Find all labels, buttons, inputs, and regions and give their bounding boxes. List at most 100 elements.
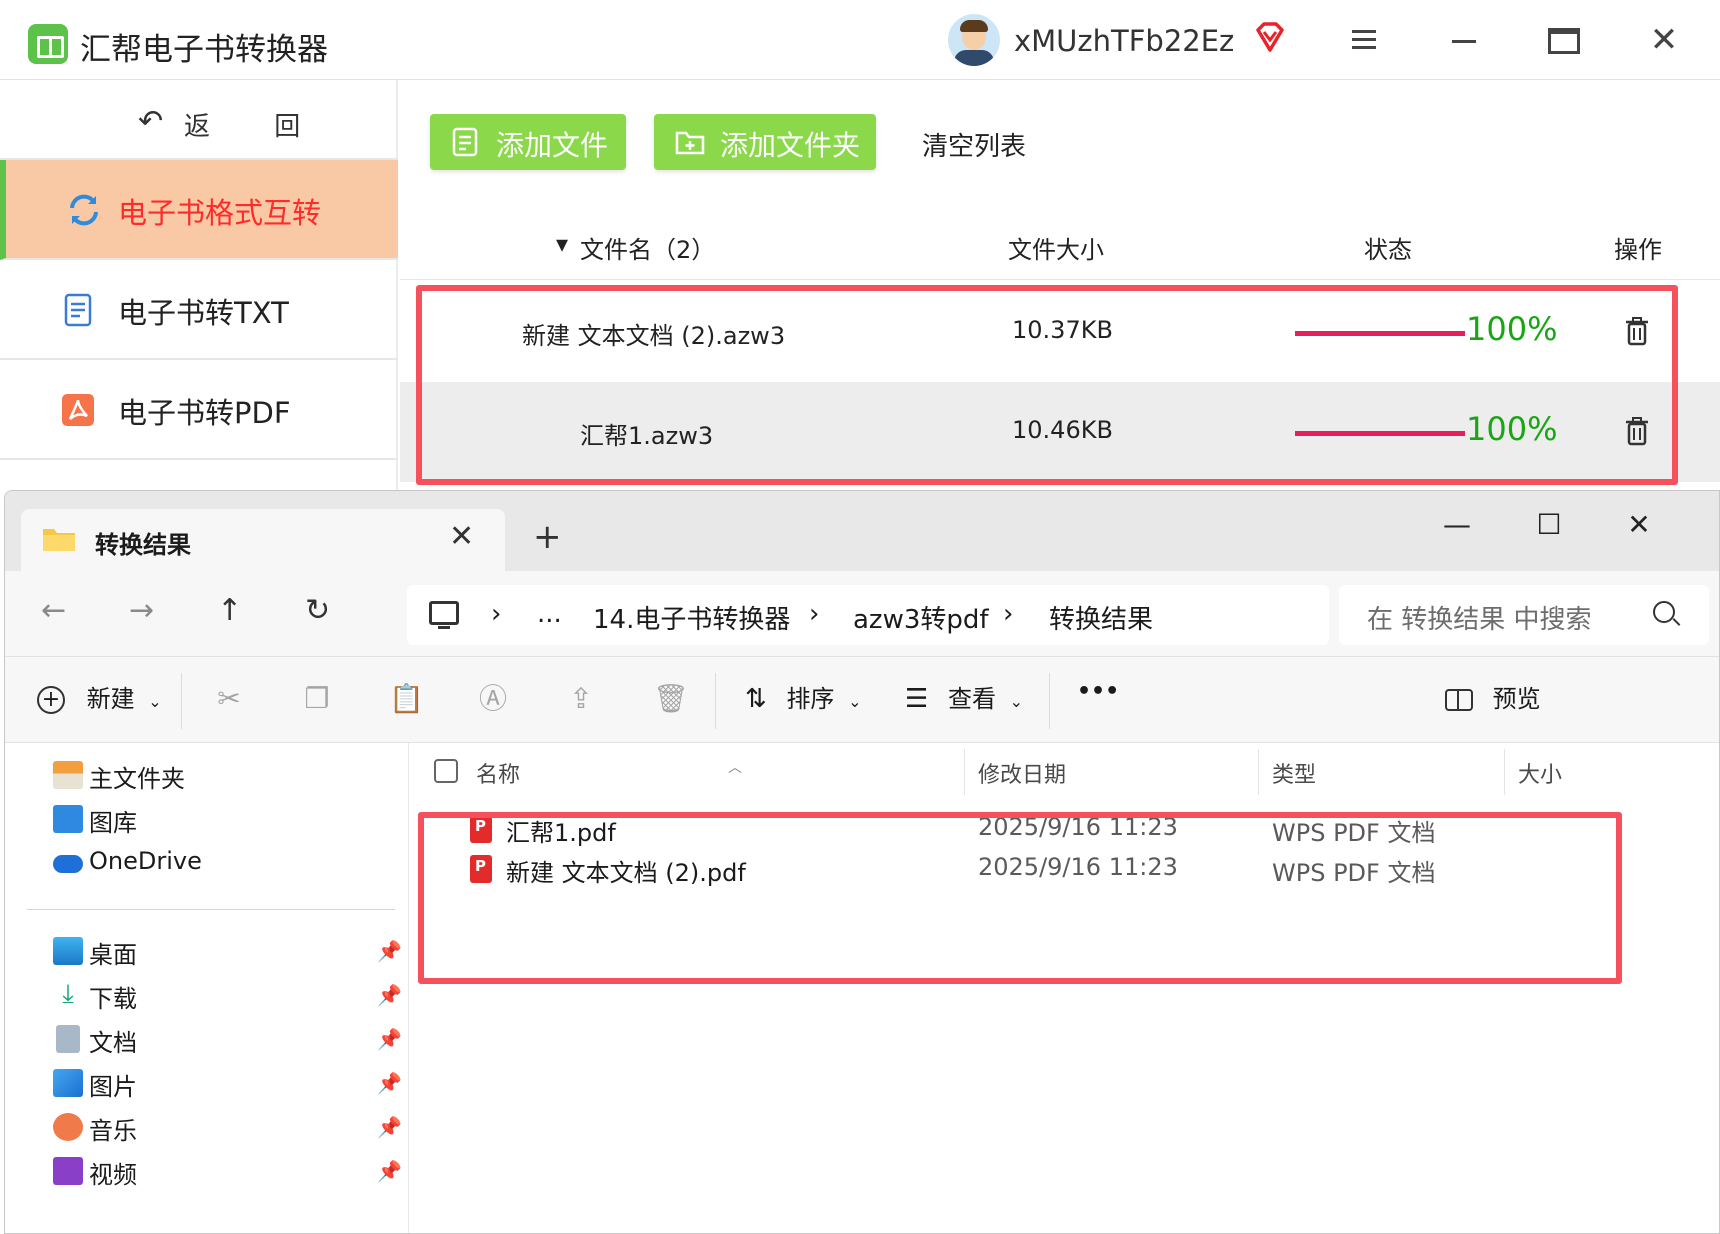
close-icon[interactable]: ✕ [1642, 20, 1686, 60]
list-item[interactable]: 汇帮1.pdf 2025/9/16 11:23 WPS PDF 文档 [470, 813, 1670, 853]
nav-onedrive-label: OneDrive [89, 847, 202, 875]
header-filename[interactable]: 文件名（2） [580, 230, 715, 265]
refresh-icon[interactable]: ↻ [305, 593, 330, 628]
delete-icon[interactable]: 🗑 [653, 683, 689, 715]
sort-caret-icon: ︿ [728, 760, 742, 776]
header-status: 状态 [1364, 236, 1412, 264]
pin-icon[interactable]: 📌 [377, 983, 402, 1007]
header-filesize: 文件大小 [1008, 236, 1104, 264]
search-input[interactable]: 在 转换结果 中搜索 [1339, 585, 1709, 645]
back-arrow-icon[interactable]: ← [41, 593, 66, 628]
preview-button[interactable]: 预览 [1445, 679, 1541, 714]
add-file-button[interactable]: 添加文件 [430, 114, 626, 170]
trash-icon[interactable] [1624, 416, 1650, 446]
progress-label: 100% [1466, 410, 1558, 448]
select-all-checkbox[interactable] [434, 759, 458, 783]
tab-close-icon[interactable]: ✕ [449, 519, 474, 554]
app-titlebar: 汇帮电子书转换器 xMUzhTFb22Ez ✕ [0, 0, 1720, 80]
this-pc-icon [429, 601, 459, 629]
vip-diamond-icon[interactable] [1252, 20, 1288, 56]
new-label: 新建 [86, 685, 135, 713]
new-button[interactable]: + 新建 ⌄ [37, 679, 162, 714]
sort-icon: ⇅ [745, 684, 767, 714]
file-modified: 2025/9/16 11:23 [978, 813, 1178, 841]
back-label: 返 回 [184, 112, 329, 142]
chevron-right-icon: › [491, 599, 502, 629]
column-type[interactable]: 类型 [1272, 757, 1316, 789]
app-sidebar: ↶ 返 回 电子书格式互转 电子书转TXT 电子书转PDF [0, 80, 398, 490]
pin-icon[interactable]: 📌 [377, 939, 402, 963]
up-arrow-icon[interactable]: ↑ [217, 593, 242, 628]
sort-desc-icon[interactable]: ▾ [556, 230, 568, 258]
converter-app-window: 汇帮电子书转换器 xMUzhTFb22Ez ✕ ↶ 返 回 电子书格式互转 电子… [0, 0, 1720, 490]
explorer-navbar: ← → ↑ ↻ › ... 14.电子书转换器 › azw3转pdf › 转换结… [5, 571, 1719, 657]
file-name: 汇帮1.azw3 [580, 422, 714, 450]
sidebar-item-to-txt[interactable]: 电子书转TXT [0, 260, 398, 360]
maximize-icon[interactable]: ☐ [1529, 505, 1569, 545]
pin-icon[interactable]: 📌 [377, 1071, 402, 1095]
minimize-icon[interactable]: — [1437, 505, 1477, 545]
address-bar[interactable]: › ... 14.电子书转换器 › azw3转pdf › 转换结果 [407, 585, 1329, 645]
paste-icon[interactable]: 📋 [389, 683, 424, 715]
close-icon[interactable]: ✕ [1619, 505, 1659, 545]
file-size: 10.37KB [1012, 316, 1113, 344]
pin-icon[interactable]: 📌 [377, 1159, 402, 1183]
pin-icon[interactable]: 📌 [377, 1115, 402, 1139]
plus-circle-icon: + [37, 686, 65, 714]
more-options-icon[interactable]: ••• [1077, 679, 1119, 704]
chevron-down-icon: ⌄ [1009, 692, 1023, 711]
clear-list-button[interactable]: 清空列表 [922, 126, 1026, 163]
nav-divider [27, 909, 395, 910]
breadcrumb-item[interactable]: 14.电子书转换器 [593, 599, 790, 636]
sidebar-item-to-pdf[interactable]: 电子书转PDF [0, 360, 398, 460]
pdf-file-icon [470, 855, 492, 883]
menu-icon[interactable] [1342, 20, 1386, 60]
progress-label: 100% [1466, 310, 1558, 348]
maximize-icon[interactable] [1542, 20, 1586, 60]
sort-button[interactable]: ⇅ 排序 ⌄ [745, 679, 861, 714]
column-size[interactable]: 大小 [1518, 757, 1562, 789]
pdf-icon [62, 394, 94, 426]
column-modified[interactable]: 修改日期 [978, 757, 1066, 789]
chevron-down-icon: ⌄ [848, 692, 862, 711]
new-tab-icon[interactable]: + [533, 517, 562, 557]
file-explorer-window: 转换结果 ✕ + — ☐ ✕ ← → ↑ ↻ › ... 14.电子书转换器 ›… [4, 490, 1720, 1234]
username[interactable]: xMUzhTFb22Ez [1014, 24, 1234, 58]
pictures-icon [53, 1069, 83, 1097]
app-title: 汇帮电子书转换器 [80, 32, 328, 68]
home-icon [53, 761, 83, 789]
sidebar-item-format-convert[interactable]: 电子书格式互转 [0, 160, 398, 260]
share-icon[interactable]: ⇪ [565, 683, 597, 715]
copy-icon[interactable]: ❐ [301, 683, 333, 715]
trash-icon[interactable] [1624, 316, 1650, 346]
breadcrumb-item[interactable]: azw3转pdf [853, 599, 989, 636]
tab-conversion-result[interactable]: 转换结果 ✕ [21, 509, 505, 571]
pin-icon[interactable]: 📌 [377, 1027, 402, 1051]
column-name[interactable]: 名称 [476, 757, 520, 789]
breadcrumb-overflow[interactable]: ... [537, 599, 562, 629]
file-table-header: ▾ 文件名（2） 文件大小 状态 操作 [400, 210, 1720, 280]
app-main-panel: 添加文件 添加文件夹 清空列表 ▾ 文件名（2） 文件大小 状态 操作 新建 文… [400, 80, 1720, 490]
progress-bar [1295, 431, 1465, 436]
pdf-file-icon [470, 815, 492, 843]
list-item[interactable]: 新建 文本文档 (2).pdf 2025/9/16 11:23 WPS PDF … [470, 853, 1670, 893]
table-row: 新建 文本文档 (2).azw3 10.37KB 100% [400, 282, 1720, 382]
forward-arrow-icon[interactable]: → [129, 593, 154, 628]
file-size: 10.46KB [1012, 416, 1113, 444]
breadcrumb-item[interactable]: 转换结果 [1049, 599, 1153, 636]
chevron-right-icon: › [1003, 599, 1014, 629]
view-list-icon: ☰ [905, 684, 929, 714]
user-avatar[interactable] [948, 14, 1000, 66]
add-folder-button[interactable]: 添加文件夹 [654, 114, 876, 170]
sidebar-item-label: 电子书转PDF [118, 396, 291, 430]
back-button[interactable]: ↶ 返 回 [0, 80, 398, 160]
sidebar-item-label: 电子书转TXT [118, 296, 289, 330]
minimize-icon[interactable] [1442, 20, 1486, 60]
preview-pane-icon [1445, 689, 1473, 711]
view-button[interactable]: ☰ 查看 ⌄ [905, 679, 1023, 714]
view-label: 查看 [947, 685, 996, 713]
rename-icon[interactable]: Ⓐ [477, 683, 509, 715]
cut-icon[interactable]: ✂ [213, 683, 245, 715]
chevron-right-icon: › [809, 599, 820, 629]
back-arrow-icon: ↶ [138, 104, 164, 139]
